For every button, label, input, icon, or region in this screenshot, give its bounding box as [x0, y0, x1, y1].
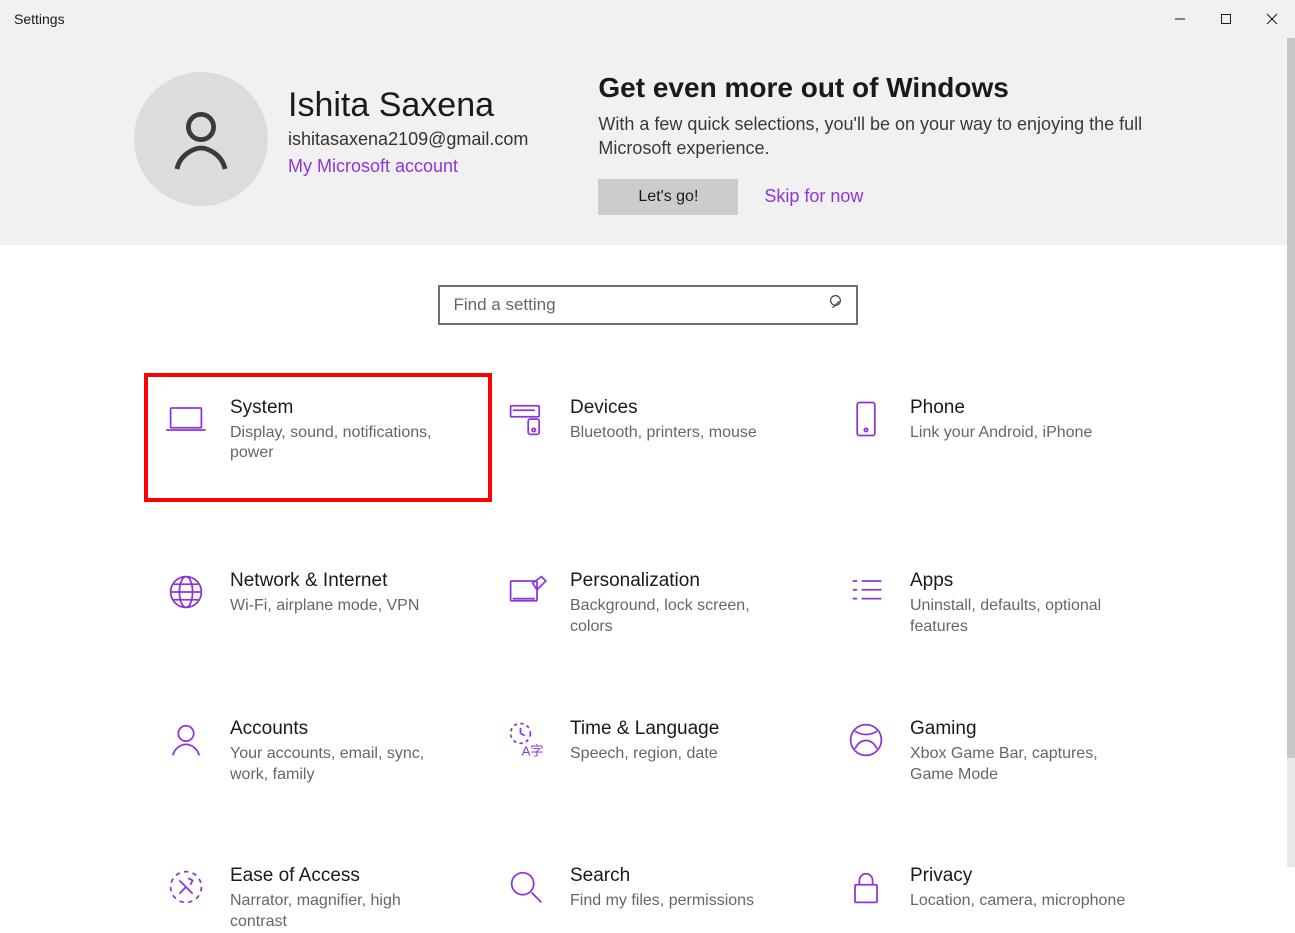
- promo-actions: Let's go! Skip for now: [598, 179, 1255, 215]
- category-description: Find my files, permissions: [570, 891, 754, 912]
- category-title: Privacy: [910, 865, 1125, 887]
- category-gaming[interactable]: Gaming Xbox Game Bar, captures, Game Mod…: [828, 706, 1168, 786]
- category-title: Accounts: [230, 718, 450, 740]
- search-icon: [828, 293, 846, 316]
- minimize-button[interactable]: [1157, 0, 1203, 38]
- apps-icon: [844, 570, 888, 614]
- phone-icon: [844, 397, 888, 441]
- category-personalization[interactable]: Personalization Background, lock screen,…: [488, 558, 828, 638]
- maximize-button[interactable]: [1203, 0, 1249, 38]
- category-accounts[interactable]: Accounts Your accounts, email, sync, wor…: [148, 706, 488, 786]
- globe-icon: [164, 570, 208, 614]
- window-controls: [1157, 0, 1295, 38]
- promo-description: With a few quick selections, you'll be o…: [598, 112, 1158, 161]
- category-title: System: [230, 397, 450, 419]
- category-phone[interactable]: Phone Link your Android, iPhone: [828, 385, 1168, 491]
- category-description: Narrator, magnifier, high contrast: [230, 891, 450, 933]
- profile-name: Ishita Saxena: [288, 86, 528, 125]
- promo-title: Get even more out of Windows: [598, 72, 1255, 104]
- category-description: Background, lock screen, colors: [570, 596, 790, 638]
- profile-text: Ishita Saxena ishitasaxena2109@gmail.com…: [288, 72, 528, 215]
- category-system[interactable]: System Display, sound, notifications, po…: [144, 373, 492, 503]
- category-title: Apps: [910, 570, 1130, 592]
- profile-email: ishitasaxena2109@gmail.com: [288, 129, 528, 150]
- category-title: Phone: [910, 397, 1092, 419]
- category-description: Bluetooth, printers, mouse: [570, 423, 757, 444]
- ease-of-access-icon: [164, 865, 208, 909]
- window-title: Settings: [14, 11, 65, 27]
- skip-for-now-link[interactable]: Skip for now: [764, 186, 863, 207]
- category-privacy[interactable]: Privacy Location, camera, microphone: [828, 853, 1168, 933]
- category-ease-of-access[interactable]: Ease of Access Narrator, magnifier, high…: [148, 853, 488, 933]
- category-search[interactable]: Search Find my files, permissions: [488, 853, 828, 933]
- system-icon: [164, 397, 208, 441]
- header-band: Ishita Saxena ishitasaxena2109@gmail.com…: [0, 38, 1295, 245]
- microsoft-account-link[interactable]: My Microsoft account: [288, 156, 528, 177]
- avatar[interactable]: [134, 72, 268, 206]
- category-description: Uninstall, defaults, optional features: [910, 596, 1130, 638]
- category-description: Speech, region, date: [570, 744, 719, 765]
- category-title: Ease of Access: [230, 865, 450, 887]
- time-language-icon: A字: [504, 718, 548, 762]
- person-icon: [164, 718, 208, 762]
- category-description: Location, camera, microphone: [910, 891, 1125, 912]
- category-title: Gaming: [910, 718, 1130, 740]
- category-description: Wi-Fi, airplane mode, VPN: [230, 596, 419, 617]
- lock-icon: [844, 865, 888, 909]
- category-description: Your accounts, email, sync, work, family: [230, 744, 450, 786]
- profile-block: Ishita Saxena ishitasaxena2109@gmail.com…: [134, 72, 528, 215]
- scrollbar-thumb[interactable]: [1287, 38, 1295, 758]
- magnifier-icon: [504, 865, 548, 909]
- category-title: Devices: [570, 397, 757, 419]
- category-title: Search: [570, 865, 754, 887]
- category-network[interactable]: Network & Internet Wi-Fi, airplane mode,…: [148, 558, 488, 638]
- category-title: Network & Internet: [230, 570, 419, 592]
- svg-text:A字: A字: [522, 743, 544, 758]
- category-apps[interactable]: Apps Uninstall, defaults, optional featu…: [828, 558, 1168, 638]
- promo-block: Get even more out of Windows With a few …: [598, 72, 1255, 215]
- category-title: Time & Language: [570, 718, 719, 740]
- category-time[interactable]: A字 Time & Language Speech, region, date: [488, 706, 828, 786]
- category-title: Personalization: [570, 570, 790, 592]
- devices-icon: [504, 397, 548, 441]
- paint-icon: [504, 570, 548, 614]
- category-devices[interactable]: Devices Bluetooth, printers, mouse: [488, 385, 828, 491]
- category-description: Display, sound, notifications, power: [230, 423, 450, 465]
- search-box[interactable]: [438, 285, 858, 325]
- close-button[interactable]: [1249, 0, 1295, 38]
- category-description: Link your Android, iPhone: [910, 423, 1092, 444]
- search-container: [0, 285, 1295, 325]
- categories-grid: System Display, sound, notifications, po…: [148, 385, 1215, 933]
- search-input[interactable]: [454, 295, 828, 315]
- xbox-icon: [844, 718, 888, 762]
- titlebar: Settings: [0, 0, 1295, 38]
- lets-go-button[interactable]: Let's go!: [598, 179, 738, 215]
- category-description: Xbox Game Bar, captures, Game Mode: [910, 744, 1130, 786]
- vertical-scrollbar[interactable]: [1287, 38, 1295, 867]
